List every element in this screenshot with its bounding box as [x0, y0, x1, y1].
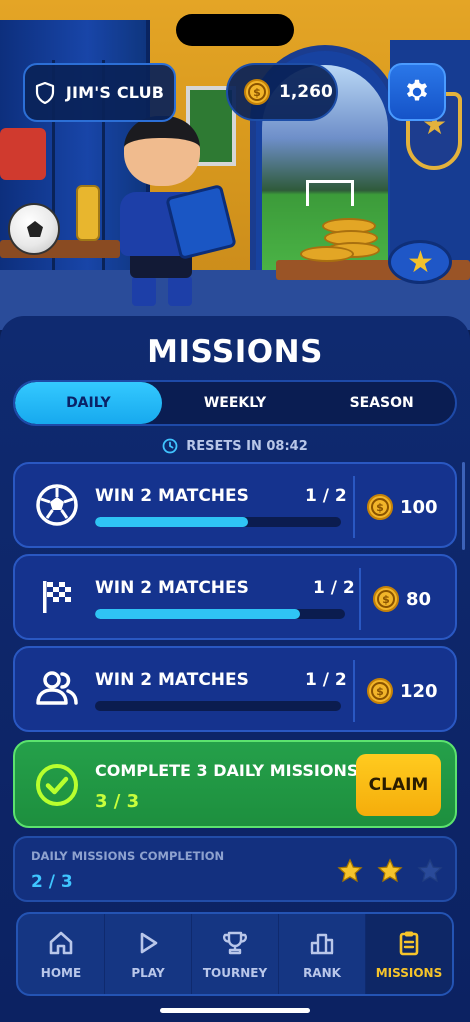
bottom-nav: HOME PLAY TOURNEY RANK MISSIONS — [16, 912, 454, 996]
mission-reward: $ 80 — [373, 556, 431, 642]
hero-illustration — [0, 0, 470, 330]
soccer-ball-icon — [36, 484, 78, 526]
coin-pile — [300, 212, 380, 272]
gear-icon — [406, 79, 428, 101]
reward-amount: 80 — [406, 588, 432, 610]
mission-title: WIN 2 MATCHES — [95, 486, 249, 506]
mission-progress-bar — [95, 609, 345, 619]
player-character — [114, 96, 244, 316]
nav-missions[interactable]: MISSIONS — [366, 914, 452, 994]
nav-tourney-label: TOURNEY — [202, 965, 268, 980]
goal-post — [306, 180, 354, 206]
tab-daily[interactable]: DAILY — [15, 382, 162, 424]
reward-divider — [359, 568, 361, 630]
star-filled-icon — [337, 858, 363, 883]
check-circle-icon — [36, 764, 78, 806]
nav-play-label: PLAY — [131, 965, 165, 980]
coin-icon: $ — [244, 79, 270, 105]
checkered-flag-icon — [43, 581, 71, 613]
star-empty-icon — [417, 858, 443, 883]
clock-icon — [162, 438, 178, 454]
page-title: MISSIONS — [147, 334, 323, 370]
scrollbar[interactable] — [462, 462, 465, 550]
reset-timer-label: RESETS IN 08:42 — [186, 438, 308, 454]
mission-progress-bar — [95, 701, 341, 711]
mission-progress-fill — [95, 517, 248, 527]
clipboard-icon — [399, 931, 419, 955]
completion-value: 2 / 3 — [31, 872, 73, 892]
claim-button[interactable]: CLAIM — [356, 754, 441, 816]
nav-rank-label: RANK — [303, 965, 341, 980]
settings-button[interactable] — [388, 63, 446, 121]
mission-progress: 1 / 2 — [305, 486, 347, 506]
reward-amount: 100 — [400, 496, 438, 518]
coin-balance-pill[interactable]: $ 1,260 — [226, 63, 338, 121]
trophy-icon — [222, 931, 248, 954]
nav-home-label: HOME — [40, 965, 82, 980]
mission-reward: $ 100 — [367, 464, 438, 550]
mission-card[interactable]: WIN 2 MATCHES 1 / 2 $ 120 — [13, 646, 457, 732]
coin-icon: $ — [373, 586, 399, 612]
water-bottle — [76, 185, 100, 241]
mission-reward: $ 120 — [367, 648, 438, 734]
mission-card[interactable]: WIN 2 MATCHES 1 / 2 $ 80 — [13, 554, 457, 640]
mission-progress-bar — [95, 517, 341, 527]
nav-play[interactable]: PLAY — [105, 914, 192, 994]
mission-tabs: DAILY WEEKLY SEASON — [13, 380, 457, 426]
nav-rank[interactable]: RANK — [279, 914, 366, 994]
mission-progress: 1 / 2 — [313, 578, 355, 598]
tab-weekly[interactable]: WEEKLY — [162, 382, 309, 424]
reward-divider — [353, 476, 355, 538]
soccer-ball — [8, 203, 60, 255]
tab-season[interactable]: SEASON — [308, 382, 455, 424]
star-filled-icon — [377, 858, 403, 883]
mission-card[interactable]: WIN 2 MATCHES 1 / 2 $ 100 — [13, 462, 457, 548]
bonus-progress: 3 / 3 — [95, 791, 140, 812]
completion-stars — [337, 858, 443, 884]
jersey-hanging — [0, 128, 46, 180]
bonus-mission-card: COMPLETE 3 DAILY MISSIONS 3 / 3 CLAIM — [13, 740, 457, 828]
club-name: JIM'S CLUB — [65, 83, 165, 102]
home-icon — [49, 931, 73, 954]
home-indicator[interactable] — [160, 1008, 310, 1013]
mission-progress: 1 / 2 — [305, 670, 347, 690]
mission-title: WIN 2 MATCHES — [95, 670, 249, 690]
shield-icon — [35, 81, 54, 104]
coin-icon: $ — [367, 494, 393, 520]
device-notch — [176, 14, 294, 46]
coin-balance: 1,260 — [279, 82, 333, 102]
rank-chart-icon — [310, 933, 334, 954]
completion-label: DAILY MISSIONS COMPLETION — [31, 849, 225, 863]
mission-title: WIN 2 MATCHES — [95, 578, 249, 598]
reward-divider — [353, 660, 355, 722]
play-icon — [140, 932, 158, 953]
team-users-icon — [36, 671, 78, 705]
nav-tourney[interactable]: TOURNEY — [192, 914, 279, 994]
reward-amount: 120 — [400, 680, 438, 702]
mission-progress-fill — [95, 609, 300, 619]
nav-home[interactable]: HOME — [18, 914, 105, 994]
star-token — [388, 240, 452, 284]
nav-missions-label: MISSIONS — [375, 965, 443, 980]
club-button[interactable]: JIM'S CLUB — [23, 63, 176, 122]
daily-completion-card: DAILY MISSIONS COMPLETION 2 / 3 — [13, 836, 457, 902]
reset-timer: RESETS IN 08:42 — [0, 438, 470, 454]
bonus-title: COMPLETE 3 DAILY MISSIONS — [95, 761, 359, 780]
coin-icon: $ — [367, 678, 393, 704]
